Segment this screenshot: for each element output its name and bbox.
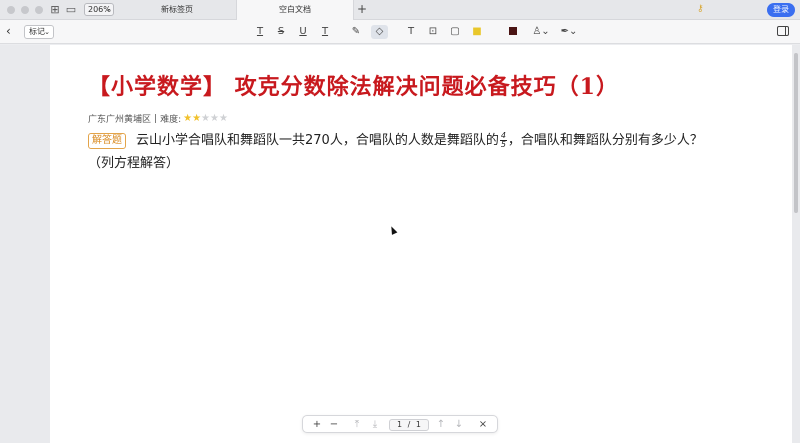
eraser-icon[interactable]: ◇: [371, 25, 388, 39]
vertical-scrollbar[interactable]: [792, 45, 800, 443]
color-picker-icon[interactable]: ⌄: [504, 25, 522, 51]
sidebar-toggle-icon[interactable]: [777, 26, 789, 36]
pen-icon[interactable]: ✒⌄: [560, 25, 578, 39]
close-window-button[interactable]: [7, 6, 15, 14]
meta-region: 广东广州黄埔区: [88, 115, 152, 125]
zoom-out-button[interactable]: −: [328, 418, 340, 432]
callout-icon[interactable]: ▢: [449, 25, 461, 39]
chevron-down-icon: ⌄: [44, 28, 50, 36]
textbox-icon[interactable]: ⊡: [427, 25, 439, 39]
star-filled-icon: ★: [183, 112, 193, 124]
minimize-window-button[interactable]: [21, 6, 29, 14]
star-filled-icon: ★: [192, 112, 202, 124]
tab-blank-document[interactable]: 空白文档: [236, 0, 354, 20]
document-page: 【小学数学】 攻克分数除法解决问题必备技巧（1） 广东广州黄埔区 | 难度: ★…: [50, 45, 792, 443]
first-page-icon[interactable]: ⤒: [351, 418, 363, 432]
key-icon[interactable]: ⚷: [697, 4, 704, 14]
document-viewport: 【小学数学】 攻克分数除法解决问题必备技巧（1） 广东广州黄埔区 | 难度: ★…: [0, 45, 800, 443]
chevron-down-icon: ⌄: [105, 5, 111, 13]
window-titlebar: ⊞ ▭ 206% ⌄ 新标签页 空白文档 + ⚷ 登录: [0, 0, 800, 20]
star-empty-icon: ★: [210, 112, 219, 124]
difficulty-stars: ★ ★ ★ ★ ★: [183, 112, 228, 124]
page-current: 1: [397, 420, 403, 429]
maximize-window-button[interactable]: [35, 6, 43, 14]
meta-separator: |: [154, 113, 158, 124]
tab-new[interactable]: 新标签页: [118, 0, 236, 20]
mouse-cursor-icon: [388, 225, 398, 235]
underline-wavy-icon[interactable]: T: [254, 25, 266, 39]
back-icon[interactable]: ‹: [6, 24, 11, 38]
zoom-select[interactable]: 206% ⌄: [84, 3, 114, 16]
fraction-denominator: 5: [500, 140, 506, 149]
add-tab-icon[interactable]: +: [357, 2, 367, 16]
sticky-note-icon[interactable]: ■: [471, 25, 483, 39]
zoom-in-button[interactable]: +: [311, 418, 323, 432]
login-button[interactable]: 登录: [767, 3, 795, 17]
difficulty-label: 难度:: [160, 115, 182, 125]
close-toolbar-button[interactable]: ×: [477, 418, 489, 432]
next-page-icon[interactable]: ↓: [453, 418, 465, 432]
document-title: 【小学数学】 攻克分数除法解决问题必备技巧（1）: [88, 74, 619, 100]
question-part-1: 云山小学合唱队和舞蹈队一共270人，合唱队的人数是舞蹈队的: [136, 133, 499, 148]
highlighter-icon[interactable]: ✎: [350, 25, 362, 39]
question-meta: 广东广州黄埔区 | 难度: ★ ★ ★ ★ ★: [88, 112, 228, 125]
strikethrough-icon[interactable]: S: [275, 25, 287, 39]
previous-page-icon[interactable]: ↑: [435, 418, 447, 432]
star-empty-icon: ★: [201, 112, 211, 124]
annotation-toolbar: ‹ 标记 ⌄ T S U T ✎ ◇ T ⊡ ▢ ■ ⌄ ♙⌄ ✒⌄: [0, 20, 800, 51]
page-navigation-bar: + − ⤒ ⤓ 1 / 1 ↑ ↓ ×: [302, 415, 498, 433]
fraction: 45: [499, 132, 507, 149]
page-separator: /: [407, 420, 411, 429]
last-page-icon[interactable]: ⤓: [369, 418, 381, 432]
text-icon[interactable]: T: [405, 25, 417, 39]
stamp-icon[interactable]: ♙⌄: [532, 25, 550, 39]
scroll-thumb[interactable]: [794, 53, 798, 213]
underline-icon[interactable]: U: [297, 25, 309, 39]
grid-icon[interactable]: ⊞: [48, 3, 62, 17]
page-number-input[interactable]: 1 / 1: [389, 419, 429, 431]
layout-icon[interactable]: ▭: [64, 3, 78, 17]
question-text: 解答题 云山小学合唱队和舞蹈队一共270人，合唱队的人数是舞蹈队的 4 5 ，合唱队和舞…: [88, 129, 728, 175]
star-empty-icon: ★: [218, 112, 228, 124]
question-type-badge: 解答题: [88, 133, 126, 149]
window-controls[interactable]: [7, 6, 43, 14]
text-insert-icon[interactable]: T: [319, 25, 331, 39]
mark-label: 标记: [29, 27, 45, 36]
page-total: 1: [415, 420, 421, 429]
mark-select[interactable]: 标记 ⌄: [24, 25, 54, 39]
